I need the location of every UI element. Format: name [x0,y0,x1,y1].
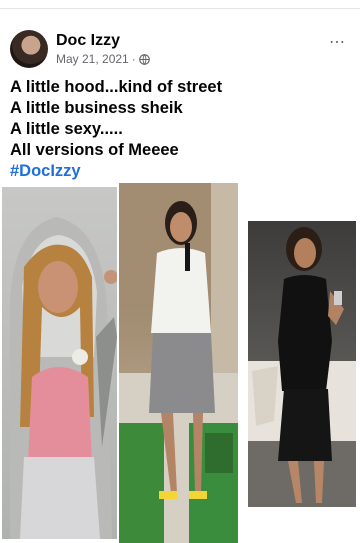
hashtag-link[interactable]: #DocIzzy [10,161,350,182]
post-date[interactable]: May 21, 2021 [56,52,129,66]
caption-line-3: A little sexy..... [10,120,123,138]
post-meta: May 21, 2021 · [56,52,150,66]
photo-black-dress[interactable] [248,221,356,507]
photo-collage [0,183,360,543]
speaker-figure-icon [119,183,238,543]
photo-hooded-sweatshirt[interactable] [2,187,117,539]
more-options-icon[interactable]: ⋯ [329,32,346,52]
hoodie-figure-icon [10,217,117,539]
caption-line-1: A little hood...kind of street [10,78,223,96]
author-name[interactable]: Doc Izzy [56,32,120,50]
top-divider [0,0,360,9]
avatar[interactable] [10,30,48,68]
globe-icon [138,53,150,65]
dress-figure-icon [248,227,356,507]
meta-separator: · [131,52,136,66]
caption-line-4: All versions of Meeee [10,141,179,159]
post-header: Doc Izzy May 21, 2021 · ⋯ [10,30,350,70]
caption-line-2: A little business sheik [10,99,183,117]
photo-speaker-on-stage[interactable] [119,183,238,543]
post-caption: A little hood...kind of street A little … [10,77,350,182]
